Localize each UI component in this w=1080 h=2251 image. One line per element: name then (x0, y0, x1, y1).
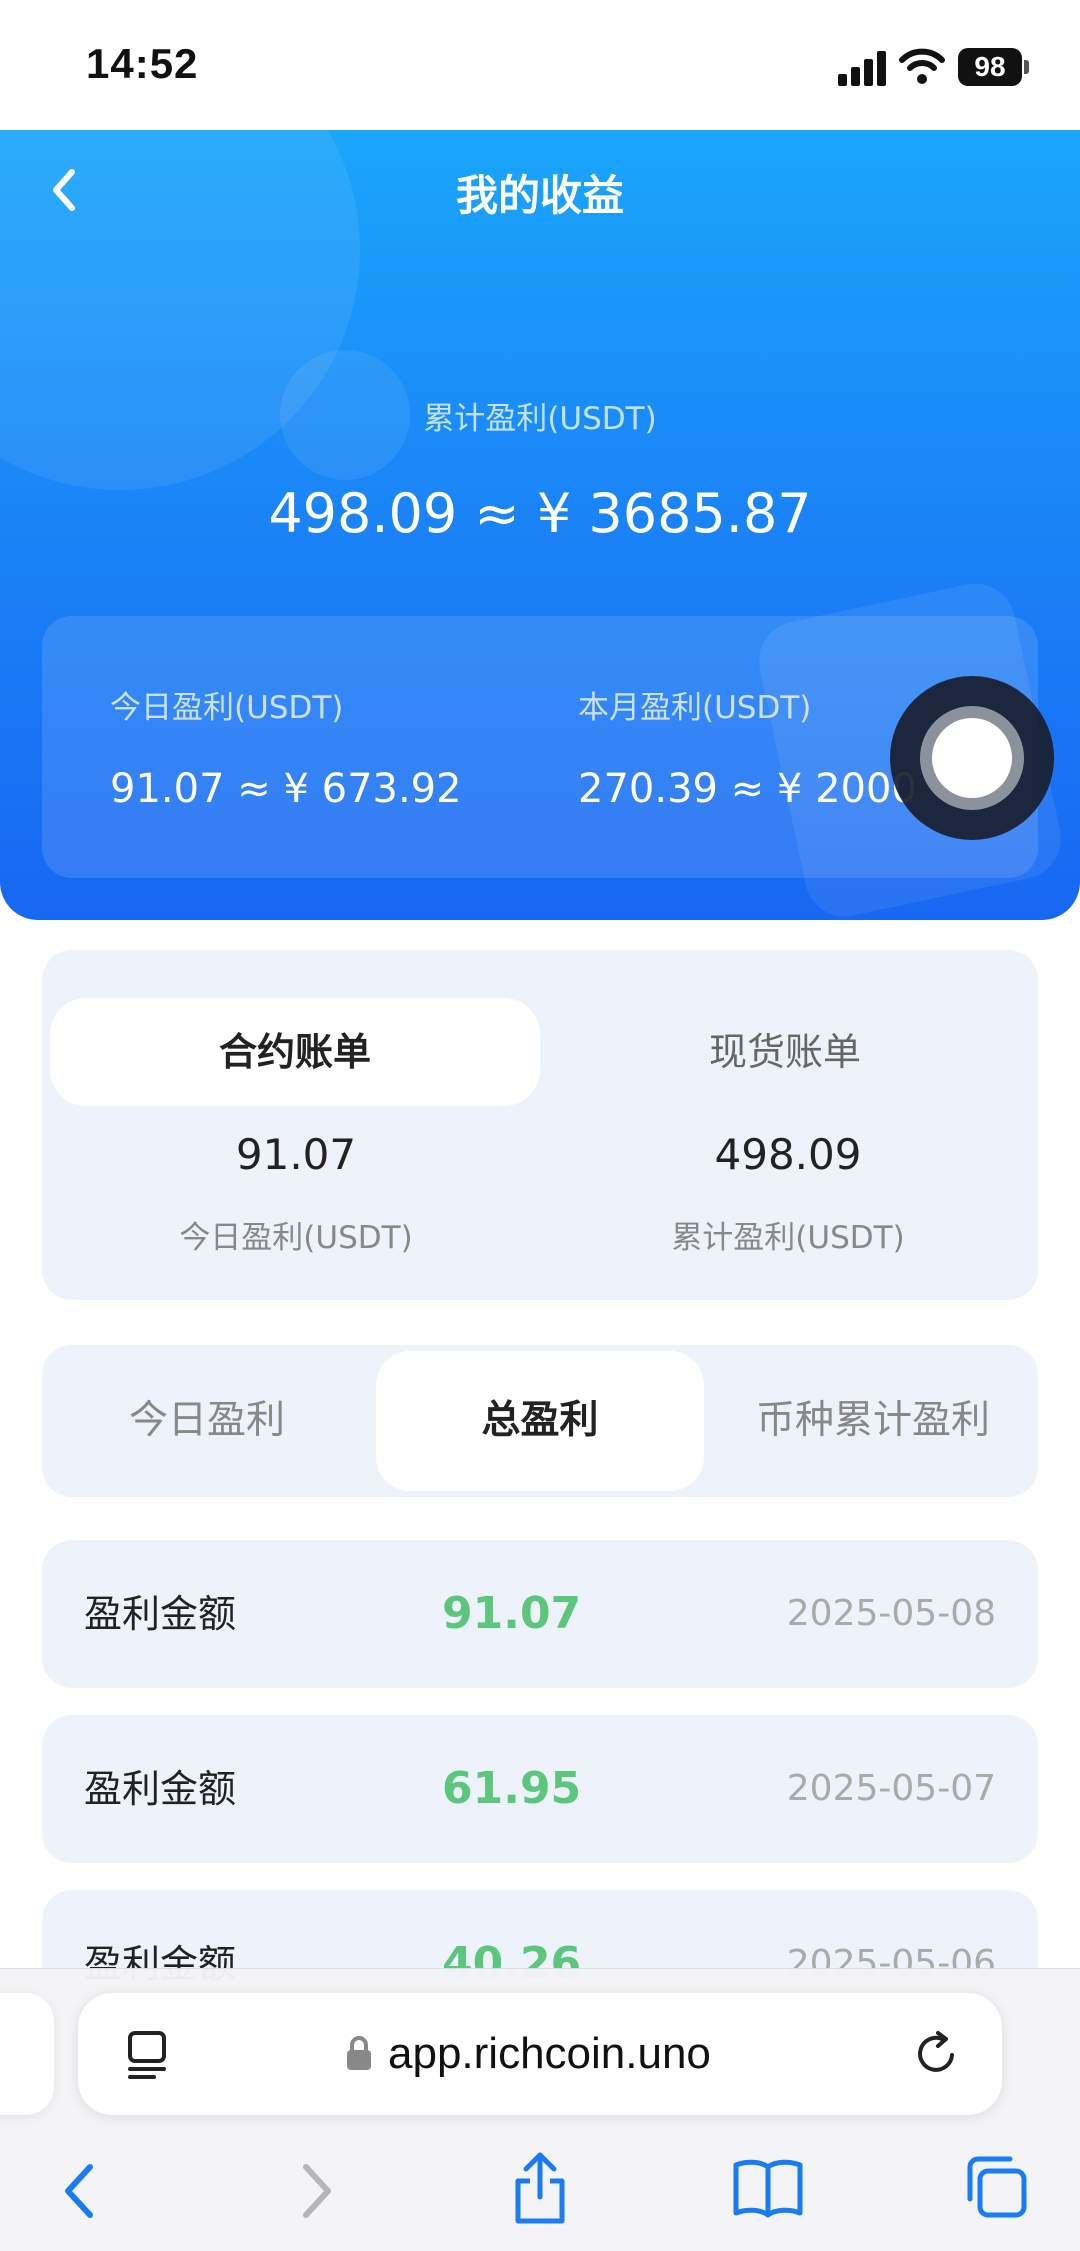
reader-icon[interactable] (124, 2029, 170, 2081)
list-item[interactable]: 盈利金额 91.07 2025-05-08 (42, 1540, 1038, 1688)
app-root: 14:52 98 我的收益 累计盈利(USDT) 498.09 ≈ ¥ 3685… (0, 0, 1080, 2251)
browser-toolbar: app.richcoin.uno (0, 1968, 1080, 2251)
total-profit-value: 498.09 ≈ ¥ 3685.87 (268, 482, 812, 545)
url-text[interactable]: app.richcoin.uno (388, 1993, 711, 2115)
wifi-icon (899, 48, 945, 84)
bill-total-value: 498.09 (714, 1130, 862, 1179)
page-title: 我的收益 (455, 171, 624, 220)
month-profit-value: 270.39 ≈ ¥ 2000 (578, 766, 917, 812)
total-profit-label: 累计盈利(USDT) (423, 401, 657, 437)
share-icon[interactable] (510, 2147, 570, 2227)
today-profit-value: 91.07 ≈ ¥ 673.92 (110, 766, 462, 812)
signal-icon (838, 50, 888, 86)
record-date: 2025-05-08 (786, 1593, 996, 1634)
assistive-touch-core (932, 718, 1012, 798)
assistive-touch-button[interactable] (890, 676, 1054, 840)
tab-today-profit[interactable]: 今日盈利 (42, 1351, 372, 1491)
list-item[interactable]: 盈利金额 61.95 2025-05-07 (42, 1715, 1038, 1863)
record-amount: 91.07 (442, 1588, 582, 1639)
nav-forward-icon[interactable] (290, 2159, 340, 2223)
tabs-icon[interactable] (962, 2153, 1030, 2221)
status-time: 14:52 (86, 40, 199, 87)
profit-filter-tabs: 今日盈利 总盈利 币种累计盈利 (42, 1345, 1038, 1497)
record-amount: 61.95 (442, 1763, 582, 1814)
battery-tip (1024, 60, 1029, 74)
status-bar: 14:52 98 (0, 0, 1080, 130)
bill-card: 合约账单 现货账单 91.07 今日盈利(USDT) 498.09 累计盈利(U… (42, 950, 1038, 1300)
bookmarks-icon[interactable] (730, 2155, 806, 2219)
assistive-touch-ring (920, 706, 1024, 810)
record-label: 盈利金额 (84, 1767, 237, 1811)
record-label: 盈利金额 (84, 1592, 237, 1636)
nav-back-icon[interactable] (56, 2159, 106, 2223)
tab-coin-total-profit[interactable]: 币种累计盈利 (708, 1351, 1038, 1491)
profit-summary-card: 今日盈利(USDT) 91.07 ≈ ¥ 673.92 本月盈利(USDT) 2… (42, 616, 1038, 878)
lock-icon (347, 2036, 371, 2070)
tab-spot-bill[interactable]: 现货账单 (540, 998, 1030, 1106)
previous-tab-preview[interactable] (0, 1993, 54, 2115)
record-date: 2025-05-07 (786, 1768, 996, 1809)
tab-contract-bill[interactable]: 合约账单 (50, 998, 540, 1106)
tab-total-profit[interactable]: 总盈利 (376, 1351, 704, 1491)
today-profit-label: 今日盈利(USDT) (110, 690, 344, 726)
address-bar[interactable]: app.richcoin.uno (78, 1993, 1002, 2115)
bill-total-label: 累计盈利(USDT) (671, 1220, 905, 1256)
reload-icon[interactable] (912, 2029, 962, 2079)
bill-today-value: 91.07 (235, 1130, 357, 1179)
battery-indicator: 98 (958, 48, 1022, 86)
bill-today-label: 今日盈利(USDT) (179, 1220, 413, 1256)
month-profit-label: 本月盈利(USDT) (578, 690, 812, 726)
